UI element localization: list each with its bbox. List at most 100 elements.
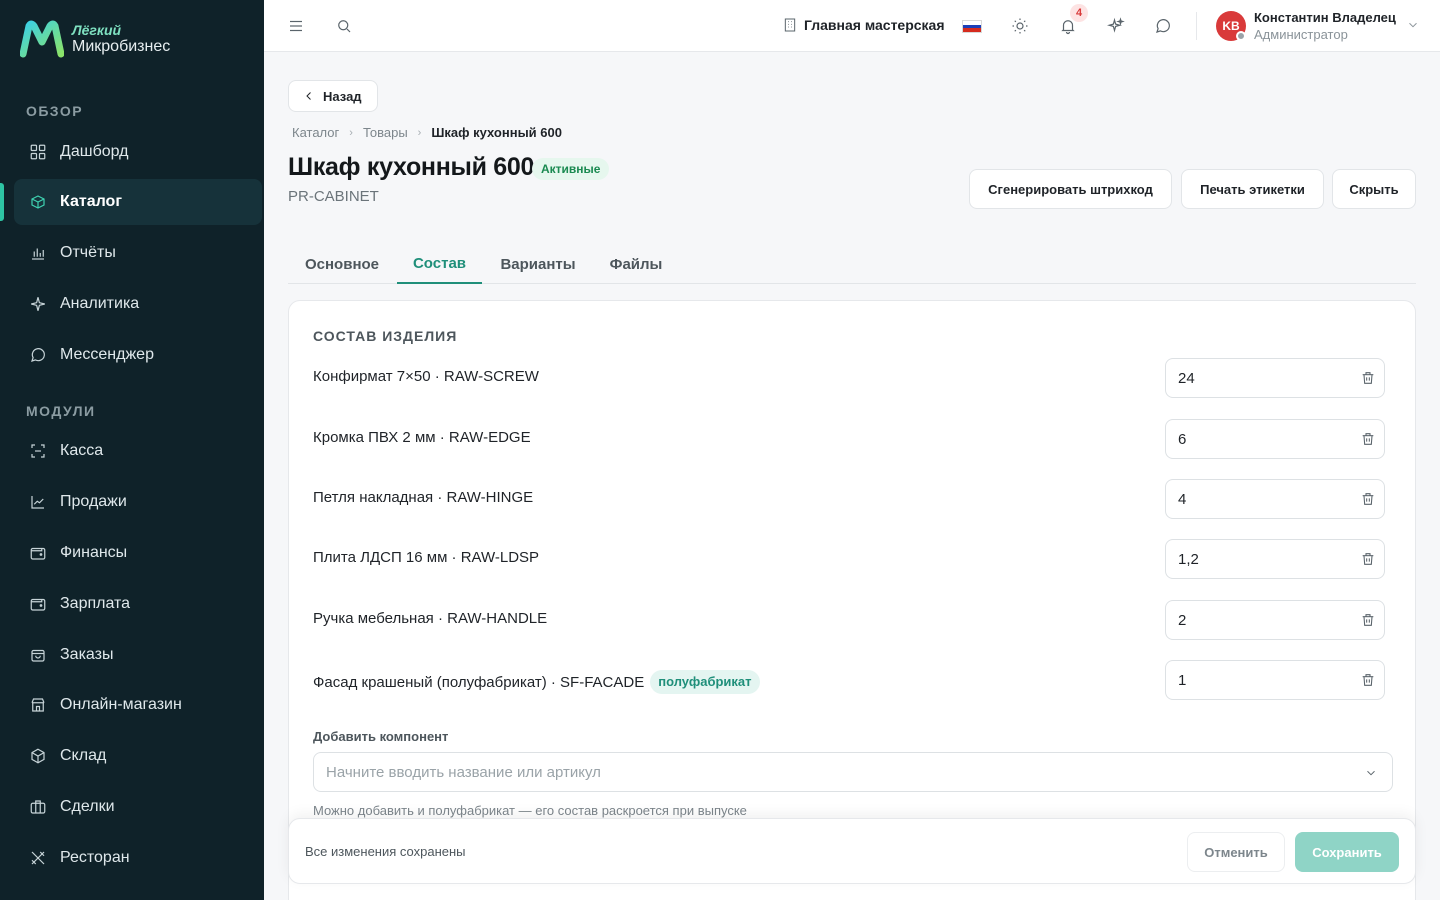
tab-composition[interactable]: Состав [397,244,482,284]
sidebar-item-sales[interactable]: Продажи [14,479,262,525]
chevron-right-icon: › [349,126,353,139]
workshop-label: Главная мастерская [804,17,945,33]
sidebar-item-restaurant[interactable]: Ресторан [14,835,262,881]
chevron-down-icon[interactable] [1406,18,1420,32]
trash-icon[interactable] [1360,431,1376,447]
sidebar-item-messenger[interactable]: Мессенджер [14,332,262,378]
sidebar-item-reports[interactable]: Отчёты [14,230,262,276]
catalog-icon [28,192,48,212]
sidebar-item-label: Аналитика [60,295,140,312]
hide-button[interactable]: Скрыть [1332,169,1416,209]
product-sku: PR-CABINET [288,188,379,205]
sidebar-item-label: Зарплата [60,595,131,612]
breadcrumb-current: Шкаф кухонный 600 [431,125,562,140]
sidebar-item-label: Мессенджер [60,346,154,363]
add-component-input[interactable] [326,753,1326,791]
section-modules: МОДУЛИ [26,403,96,419]
utensils-icon [28,848,48,868]
component-row: Петля накладная · RAW-HINGE [313,479,1385,519]
sidebar: Лёгкий Микробизнес ОБЗОР Дашборд Каталог… [0,0,264,900]
sidebar-item-finance[interactable]: Финансы [14,530,262,576]
bar-chart-icon [28,243,48,263]
back-button[interactable]: Назад [288,80,378,112]
sidebar-item-orders[interactable]: Заказы [14,632,262,678]
sidebar-item-online-store[interactable]: Онлайн-магазин [14,682,262,728]
quantity-field[interactable] [1165,479,1385,519]
sidebar-item-payroll[interactable]: Зарплата [14,581,262,627]
save-button[interactable]: Сохранить [1295,832,1399,872]
trash-icon[interactable] [1360,672,1376,688]
sidebar-item-dashboard[interactable]: Дашборд [14,129,262,175]
quantity-field[interactable] [1165,358,1385,398]
generate-barcode-button[interactable]: Сгенерировать штрихкод [969,169,1172,209]
sidebar-item-label: Онлайн-магазин [60,696,182,713]
sidebar-item-deals[interactable]: Сделки [14,784,262,830]
topbar-divider [1196,12,1197,40]
tab-bar: Основное Состав Варианты Файлы [288,244,1416,284]
component-name: Фасад крашеный (полуфабрикат) · SF-FACAD… [313,673,645,691]
sidebar-item-label: Дашборд [60,143,129,160]
tab-files[interactable]: Файлы [596,244,676,284]
sparkles-icon [28,294,48,314]
trash-icon[interactable] [1360,551,1376,567]
user-role: Администратор [1254,27,1348,42]
language-flag-icon[interactable] [962,20,982,33]
sidebar-item-pos[interactable]: Касса [14,428,262,474]
quantity-input[interactable] [1178,661,1348,699]
component-row: Кромка ПВХ 2 мм · RAW-EDGE [313,419,1385,459]
chevron-down-icon[interactable] [1364,766,1378,780]
save-bar: Все изменения сохранены Отменить Сохрани… [288,818,1416,884]
trash-icon[interactable] [1360,491,1376,507]
briefcase-icon [28,797,48,817]
quantity-field[interactable] [1165,539,1385,579]
print-labels-button[interactable]: Печать этикетки [1181,169,1324,209]
quantity-field[interactable] [1165,419,1385,459]
bag-icon [28,645,48,665]
add-component-label: Добавить компонент [313,729,449,744]
breadcrumb-catalog[interactable]: Каталог [292,125,339,140]
breadcrumb: Каталог › Товары › Шкаф кухонный 600 [292,125,562,140]
page-title: Шкаф кухонный 600 [288,153,535,181]
workshop-selector[interactable]: Главная мастерская [782,17,945,33]
quantity-input[interactable] [1178,480,1348,518]
component-name: Конфирмат 7×50 · RAW-SCREW [313,368,539,385]
semi-finished-badge: полуфабрикат [650,670,760,694]
user-name[interactable]: Константин Владелец [1254,10,1396,25]
tab-general[interactable]: Основное [288,244,396,284]
theme-sun-icon[interactable] [1009,15,1031,37]
sidebar-item-warehouse[interactable]: Склад [14,733,262,779]
breadcrumb-products[interactable]: Товары [363,125,408,140]
brand-logo[interactable]: Лёгкий Микробизнес [20,20,170,58]
quantity-input[interactable] [1178,540,1348,578]
sidebar-item-label: Касса [60,442,104,459]
sidebar-item-analytics[interactable]: Аналитика [14,281,262,327]
building-icon [784,18,796,32]
topbar: Главная мастерская 4 KB Константин Владе… [264,0,1440,52]
sidebar-item-label: Финансы [60,544,128,561]
chevron-right-icon: › [417,126,422,139]
add-component-select[interactable] [313,752,1393,792]
quantity-input[interactable] [1178,420,1348,458]
quantity-input[interactable] [1178,601,1348,639]
trash-icon[interactable] [1360,370,1376,386]
sidebar-item-label: Склад [60,747,107,764]
chat-icon[interactable] [1152,15,1174,37]
cancel-button[interactable]: Отменить [1187,832,1285,872]
component-row: Конфирмат 7×50 · RAW-SCREW [313,358,1385,398]
tab-variants[interactable]: Варианты [488,244,588,284]
trash-icon[interactable] [1360,612,1376,628]
sidebar-item-catalog[interactable]: Каталог [0,179,262,225]
quantity-input[interactable] [1178,359,1348,397]
component-row: Фасад крашеный (полуфабрикат) · SF-FACAD… [313,660,1385,700]
component-row: Плита ЛДСП 16 мм · RAW-LDSP [313,539,1385,579]
sparkles-icon[interactable] [1105,15,1127,37]
scan-icon [28,441,48,461]
section-title: СОСТАВ ИЗДЕЛИЯ [313,328,458,344]
quantity-field[interactable] [1165,600,1385,640]
search-icon[interactable] [333,15,355,37]
component-name: Кромка ПВХ 2 мм · RAW-EDGE [313,429,531,446]
component-name: Петля накладная · RAW-HINGE [313,489,534,506]
menu-icon[interactable] [285,15,307,37]
quantity-field[interactable] [1165,660,1385,700]
chevron-left-icon [306,92,311,100]
